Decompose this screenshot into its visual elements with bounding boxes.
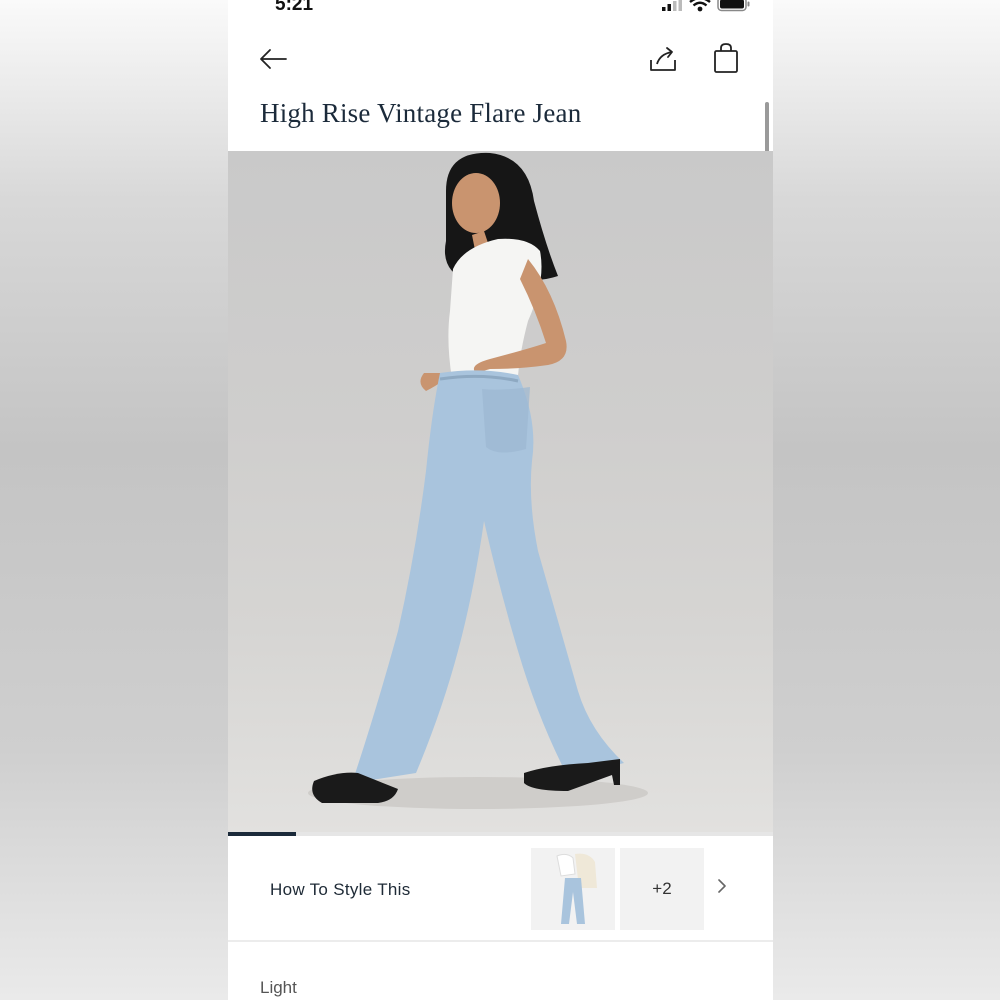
arrow-left-icon xyxy=(258,47,288,76)
product-image[interactable] xyxy=(228,151,773,833)
product-title: High Rise Vintage Flare Jean xyxy=(260,98,582,128)
status-time: 5:21 xyxy=(275,0,314,15)
background-left xyxy=(0,0,228,1000)
background-right xyxy=(773,0,1000,1000)
wifi-icon xyxy=(689,0,711,17)
share-button[interactable] xyxy=(646,44,680,78)
shopping-bag-button[interactable] xyxy=(710,42,742,78)
color-label: Light xyxy=(260,978,297,997)
model-figure xyxy=(312,152,624,803)
share-icon xyxy=(648,44,678,79)
phone-screen: 5:21 High Rise Vintage Flare Jean How To… xyxy=(228,0,773,1000)
back-button[interactable] xyxy=(256,46,290,76)
more-styles-count: +2 xyxy=(652,879,672,898)
top-nav xyxy=(228,38,773,88)
more-styles-thumbnail[interactable]: +2 xyxy=(620,848,704,930)
style-thumbnail[interactable] xyxy=(531,848,615,930)
battery-icon xyxy=(717,0,751,17)
how-to-style-label: How To Style This xyxy=(270,880,411,899)
signal-icon xyxy=(661,0,683,17)
chevron-right-icon[interactable] xyxy=(714,876,730,896)
shopping-bag-icon xyxy=(713,42,739,79)
status-icons xyxy=(661,0,751,17)
how-to-style-row[interactable]: How To Style This +2 xyxy=(228,836,773,942)
status-bar: 5:21 xyxy=(228,0,773,20)
